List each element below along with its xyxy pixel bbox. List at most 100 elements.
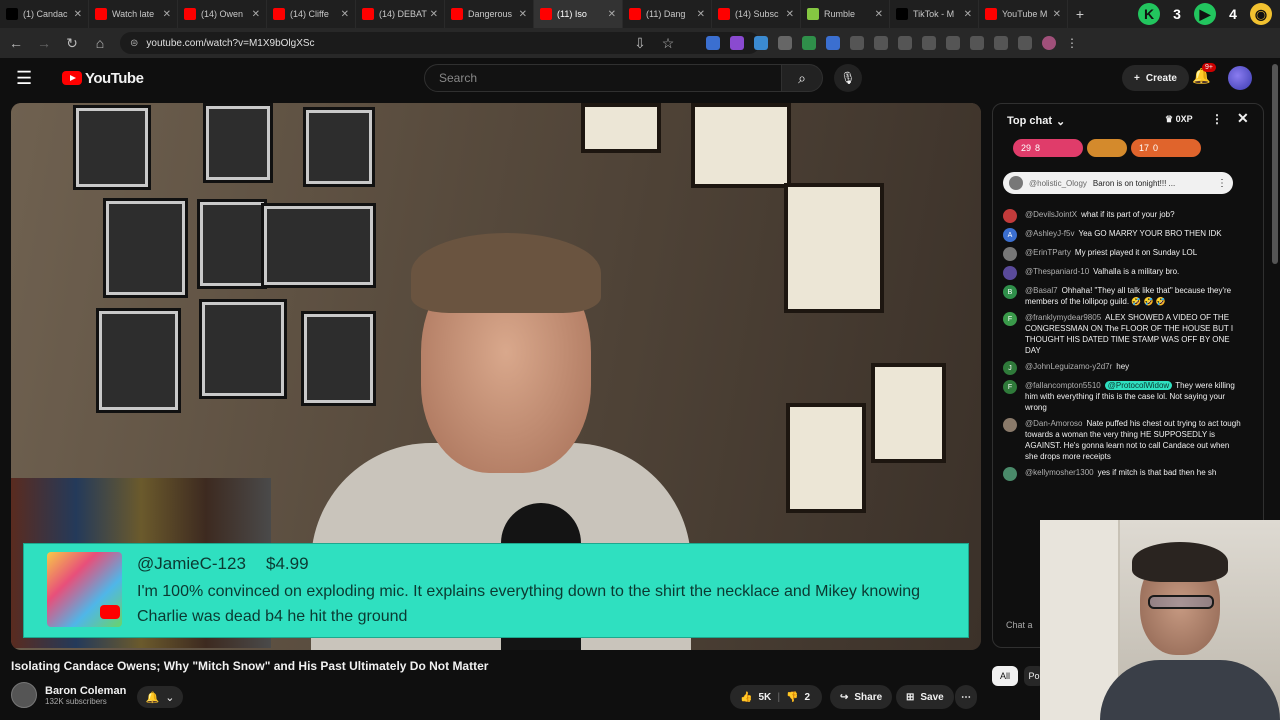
- chat-message[interactable]: F @franklymydear9805 ALEX SHOWED A VIDEO O…: [1003, 312, 1243, 356]
- tab-close-icon[interactable]: ✕: [519, 9, 527, 20]
- chat-author[interactable]: @AshleyJ-f5v: [1025, 229, 1074, 238]
- chat-message[interactable]: A @AshleyJ-f5v Yea GO MARRY YOUR BRO THEN …: [1003, 228, 1243, 242]
- chat-author[interactable]: @kellymosher1300: [1025, 468, 1094, 477]
- points-badge[interactable]: ♛ 0XP: [1165, 114, 1193, 125]
- channel-name[interactable]: Baron Coleman: [45, 685, 126, 697]
- extension-badge-3[interactable]: 3: [1166, 3, 1188, 25]
- chat-mode-dropdown[interactable]: Top chat: [1007, 115, 1052, 127]
- browser-tab[interactable]: (14) Cliffe ✕: [267, 0, 356, 28]
- browser-tab[interactable]: (11) Iso ✕: [534, 0, 623, 28]
- extension-icon[interactable]: [730, 36, 744, 50]
- chat-author[interactable]: @JohnLeguizamo-y2d7r: [1025, 362, 1112, 371]
- extensions-puzzle-icon[interactable]: [874, 36, 888, 50]
- chat-message[interactable]: J @JohnLeguizamo-y2d7r hey: [1003, 361, 1243, 375]
- tab-close-icon[interactable]: ✕: [697, 9, 705, 20]
- browser-menu-icon[interactable]: ⋮: [1066, 36, 1080, 50]
- tab-close-icon[interactable]: ✕: [608, 9, 616, 20]
- chat-author[interactable]: @Thespaniard-10: [1025, 267, 1089, 276]
- bookmark-star-icon[interactable]: ☆: [660, 35, 676, 52]
- extension-icon[interactable]: [778, 36, 792, 50]
- notifications-button[interactable]: 🔔 9+: [1192, 63, 1216, 85]
- voice-search-button[interactable]: 🎙: [834, 64, 862, 92]
- profile-avatar-icon[interactable]: [1042, 36, 1056, 50]
- extension-icon[interactable]: [802, 36, 816, 50]
- chat-input[interactable]: Chat a: [1006, 620, 1033, 630]
- tab-close-icon[interactable]: ✕: [875, 9, 883, 20]
- browser-tab[interactable]: Rumble ✕: [801, 0, 890, 28]
- youtube-logo[interactable]: YouTube: [62, 70, 144, 87]
- reload-icon[interactable]: ↻: [64, 35, 80, 52]
- chat-pill[interactable]: 17 0: [1131, 139, 1201, 157]
- close-icon[interactable]: ✕: [1237, 110, 1249, 127]
- play-extension-icon[interactable]: ▶: [1194, 3, 1216, 25]
- chat-message[interactable]: @ErinTParty My priest played it on Sunday…: [1003, 247, 1243, 261]
- share-button[interactable]: ↪ Share: [830, 685, 893, 709]
- channel-avatar[interactable]: [11, 682, 37, 708]
- browser-tab[interactable]: (14) Subsc ✕: [712, 0, 801, 28]
- chat-message[interactable]: F @fallancompton5510 @ProtocolWidow They we…: [1003, 380, 1243, 413]
- downloads-icon[interactable]: [994, 36, 1008, 50]
- chat-message[interactable]: @Thespaniard-10 Valhalla is a military br…: [1003, 266, 1243, 280]
- cast-icon[interactable]: [1018, 36, 1032, 50]
- extension-icon[interactable]: [754, 36, 768, 50]
- split-icon[interactable]: [970, 36, 984, 50]
- back-icon[interactable]: ←: [8, 35, 24, 51]
- chat-author[interactable]: @Basal7: [1025, 286, 1058, 295]
- create-button[interactable]: + Create: [1122, 65, 1189, 91]
- tab-close-icon[interactable]: ✕: [430, 9, 438, 20]
- tab-close-icon[interactable]: ✕: [74, 9, 82, 20]
- browser-tab[interactable]: TikTok - M ✕: [890, 0, 979, 28]
- chip-all[interactable]: All: [992, 666, 1018, 686]
- extension-k-icon[interactable]: K: [1138, 3, 1160, 25]
- extension-icon[interactable]: [706, 36, 720, 50]
- tab-close-icon[interactable]: ✕: [1053, 9, 1061, 20]
- home-icon[interactable]: ⌂: [92, 35, 108, 51]
- page-scrollbar[interactable]: [1272, 64, 1278, 264]
- like-icon[interactable]: 👍: [740, 692, 752, 703]
- browser-tab[interactable]: (11) Dang ✕: [623, 0, 712, 28]
- chat-message[interactable]: @kellymosher1300 yes if mitch is that bad…: [1003, 467, 1243, 481]
- chat-menu-icon[interactable]: ⋮: [1211, 112, 1223, 126]
- chat-author[interactable]: @DevilsJointX: [1025, 210, 1077, 219]
- extension-icon[interactable]: [826, 36, 840, 50]
- site-info-icon[interactable]: ⊜: [130, 38, 138, 49]
- account-avatar[interactable]: [1228, 66, 1252, 90]
- tab-close-icon[interactable]: ✕: [786, 9, 794, 20]
- reading-list-icon[interactable]: [946, 36, 960, 50]
- chat-author[interactable]: @fallancompton5510: [1025, 381, 1101, 390]
- chat-pill[interactable]: 29 8: [1013, 139, 1083, 157]
- emoji-extension-icon[interactable]: ◉: [1250, 3, 1272, 25]
- pinned-message[interactable]: @holistic_Ology Baron is on tonight!!! .…: [1003, 172, 1233, 194]
- browser-tab[interactable]: Dangerous ✕: [445, 0, 534, 28]
- devtools-icon[interactable]: [922, 36, 936, 50]
- tab-close-icon[interactable]: ✕: [964, 9, 972, 20]
- forward-icon[interactable]: →: [36, 35, 52, 51]
- search-button[interactable]: ⌕: [781, 64, 823, 92]
- extension-icon[interactable]: [850, 36, 864, 50]
- browser-tab[interactable]: Watch late ✕: [89, 0, 178, 28]
- chat-author[interactable]: @ErinTParty: [1025, 248, 1071, 257]
- chat-author[interactable]: @franklymydear9805: [1025, 313, 1101, 322]
- browser-tab[interactable]: (14) Owen ✕: [178, 0, 267, 28]
- chat-message[interactable]: @DevilsJointX what if its part of your jo…: [1003, 209, 1243, 223]
- browser-tab[interactable]: YouTube M ✕: [979, 0, 1068, 28]
- browser-tab[interactable]: (1) Candac ✕: [0, 0, 89, 28]
- dislike-count[interactable]: 2: [805, 692, 811, 703]
- tab-close-icon[interactable]: ✕: [341, 9, 349, 20]
- chat-pill[interactable]: [1087, 139, 1127, 157]
- subscription-bell-button[interactable]: 🔔 ⌄: [137, 686, 183, 708]
- search-input[interactable]: Search: [424, 64, 782, 92]
- browser-tab[interactable]: (14) DEBAT ✕: [356, 0, 445, 28]
- chat-message[interactable]: @Dan-Amoroso Nate puffed his chest out tr…: [1003, 418, 1243, 462]
- menu-icon[interactable]: ☰: [16, 68, 40, 89]
- tab-close-icon[interactable]: ✕: [163, 9, 171, 20]
- more-actions-button[interactable]: ⋯: [955, 685, 977, 709]
- extension-badge-4[interactable]: 4: [1222, 3, 1244, 25]
- install-icon[interactable]: ⇩: [632, 35, 648, 52]
- chat-message[interactable]: B @Basal7 Ohhaha! "They all talk like that…: [1003, 285, 1243, 307]
- like-count[interactable]: 5K: [758, 692, 771, 703]
- pinned-menu-icon[interactable]: ⋮: [1217, 178, 1227, 189]
- chevron-down-icon[interactable]: ⌄: [1056, 115, 1065, 128]
- history-icon[interactable]: [898, 36, 912, 50]
- new-tab-button[interactable]: +: [1068, 6, 1092, 22]
